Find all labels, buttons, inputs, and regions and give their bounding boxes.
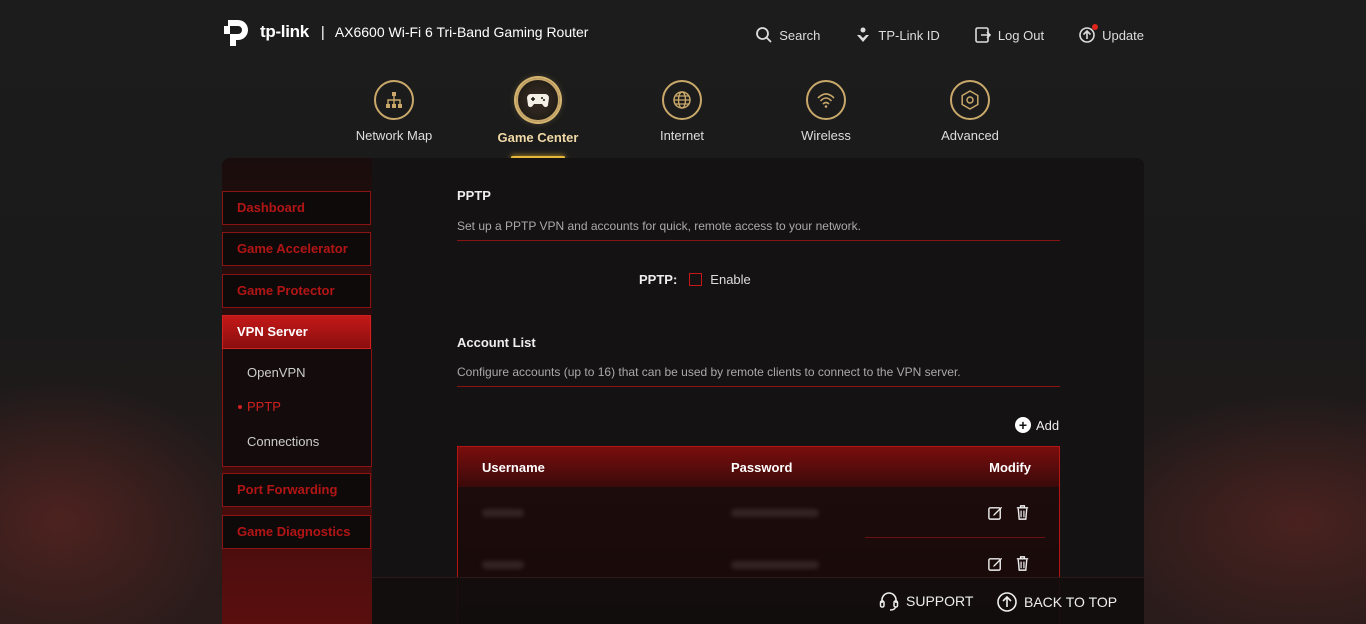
submenu-item-openvpn[interactable]: OpenVPN [247, 365, 306, 380]
vpn-submenu: OpenVPN PPTP Connections [222, 349, 372, 467]
tplink-logo-icon [222, 16, 254, 48]
back-to-top-button[interactable]: BACK TO TOP [996, 591, 1117, 613]
sidebar-item-port-forwarding[interactable]: Port Forwarding [222, 473, 371, 507]
logout-icon [975, 27, 991, 43]
enable-label[interactable]: Enable [710, 272, 750, 287]
header-separator: | [320, 23, 325, 41]
sidebar-item-dashboard[interactable]: Dashboard [222, 191, 371, 225]
sidebar-item-game-accelerator[interactable]: Game Accelerator [222, 232, 371, 266]
tplink-id-icon [857, 27, 870, 42]
blurred-username [482, 509, 524, 517]
pptp-section-title: PPTP [457, 188, 491, 203]
tplink-id-label: TP-Link ID [878, 27, 940, 43]
blurred-password [731, 561, 819, 569]
edit-icon[interactable] [987, 555, 1004, 572]
active-submenu-dot [238, 405, 242, 409]
nav-internet[interactable]: Internet [610, 80, 754, 145]
column-username: Username [482, 459, 545, 475]
plus-icon: + [1015, 417, 1031, 433]
support-label: SUPPORT [906, 593, 974, 609]
nav-game-center-label: Game Center [497, 130, 579, 145]
gamepad-icon [516, 78, 560, 122]
update-label: Update [1102, 27, 1144, 43]
nav-network-map-label: Network Map [355, 128, 433, 143]
main-panel: Dashboard Game Accelerator Game Protecto… [222, 158, 1144, 624]
blurred-password [731, 509, 819, 517]
row-divider [865, 537, 1045, 538]
account-list-title: Account List [457, 335, 536, 350]
top-actions: Search TP-Link ID Log Out Update [755, 24, 1144, 44]
pptp-enable-checkbox[interactable] [689, 273, 703, 286]
brand-name: tp-link [260, 22, 309, 41]
delete-icon[interactable] [1014, 555, 1031, 572]
nav-advanced[interactable]: Advanced [898, 80, 1042, 145]
submenu-item-pptp[interactable]: PPTP [247, 399, 281, 414]
nav-network-map[interactable]: Network Map [322, 80, 466, 145]
content-area: PPTP Set up a PPTP VPN and accounts for … [372, 158, 1144, 624]
pptp-enable-row: PPTP: Enable [639, 272, 751, 287]
add-account-button[interactable]: + Add [1015, 417, 1059, 433]
footer-bar: SUPPORT BACK TO TOP [372, 577, 1144, 624]
wifi-icon [806, 80, 846, 120]
row-actions [987, 504, 1031, 521]
row-actions [987, 555, 1031, 572]
sidebar-item-game-diagnostics[interactable]: Game Diagnostics [222, 515, 371, 549]
support-button[interactable]: SUPPORT [878, 590, 973, 612]
column-modify: Modify [989, 459, 1031, 475]
main-navigation: Network Map Game Center Internet Wireles… [322, 78, 1042, 159]
pptp-toggle-label: PPTP: [639, 272, 678, 287]
edit-icon[interactable] [987, 504, 1004, 521]
pptp-section-description: Set up a PPTP VPN and accounts for quick… [457, 219, 861, 233]
table-header: Username Password Modify [458, 447, 1059, 487]
headset-icon [879, 592, 899, 611]
back-to-top-label: BACK TO TOP [1024, 594, 1118, 610]
search-label: Search [779, 27, 821, 43]
divider [457, 240, 1060, 241]
logout-button[interactable]: Log Out [974, 26, 1044, 44]
update-button[interactable]: Update [1078, 24, 1144, 44]
sidebar-item-game-protector[interactable]: Game Protector [222, 274, 371, 308]
add-label: Add [1036, 417, 1060, 433]
nav-wireless-label: Wireless [801, 128, 851, 143]
update-notification-dot [1092, 24, 1099, 30]
table-row [458, 487, 1059, 539]
nav-game-center[interactable]: Game Center [466, 78, 610, 159]
column-password: Password [731, 459, 793, 475]
tplink-id-button[interactable]: TP-Link ID [854, 26, 940, 44]
delete-icon[interactable] [1014, 504, 1031, 521]
nav-wireless[interactable]: Wireless [754, 80, 898, 145]
account-list-description: Configure accounts (up to 16) that can b… [457, 365, 961, 379]
router-model: AX6600 Wi-Fi 6 Tri-Band Gaming Router [334, 24, 589, 40]
nav-advanced-label: Advanced [941, 128, 999, 143]
sidebar-item-vpn-server[interactable]: VPN Server [222, 315, 371, 349]
search-icon [756, 27, 772, 43]
globe-icon [662, 80, 702, 120]
arrow-up-circle-icon [997, 592, 1017, 612]
divider [457, 386, 1060, 387]
sidebar: Dashboard Game Accelerator Game Protecto… [222, 158, 372, 624]
advanced-gear-icon [950, 80, 990, 120]
search-button[interactable]: Search [755, 26, 820, 44]
brand-logo[interactable]: tp-link | AX6600 Wi-Fi 6 Tri-Band Gaming… [222, 16, 588, 48]
submenu-item-connections[interactable]: Connections [247, 434, 319, 449]
blurred-username [482, 561, 524, 569]
network-map-icon [374, 80, 414, 120]
logout-label: Log Out [997, 27, 1045, 43]
nav-internet-label: Internet [659, 128, 705, 143]
